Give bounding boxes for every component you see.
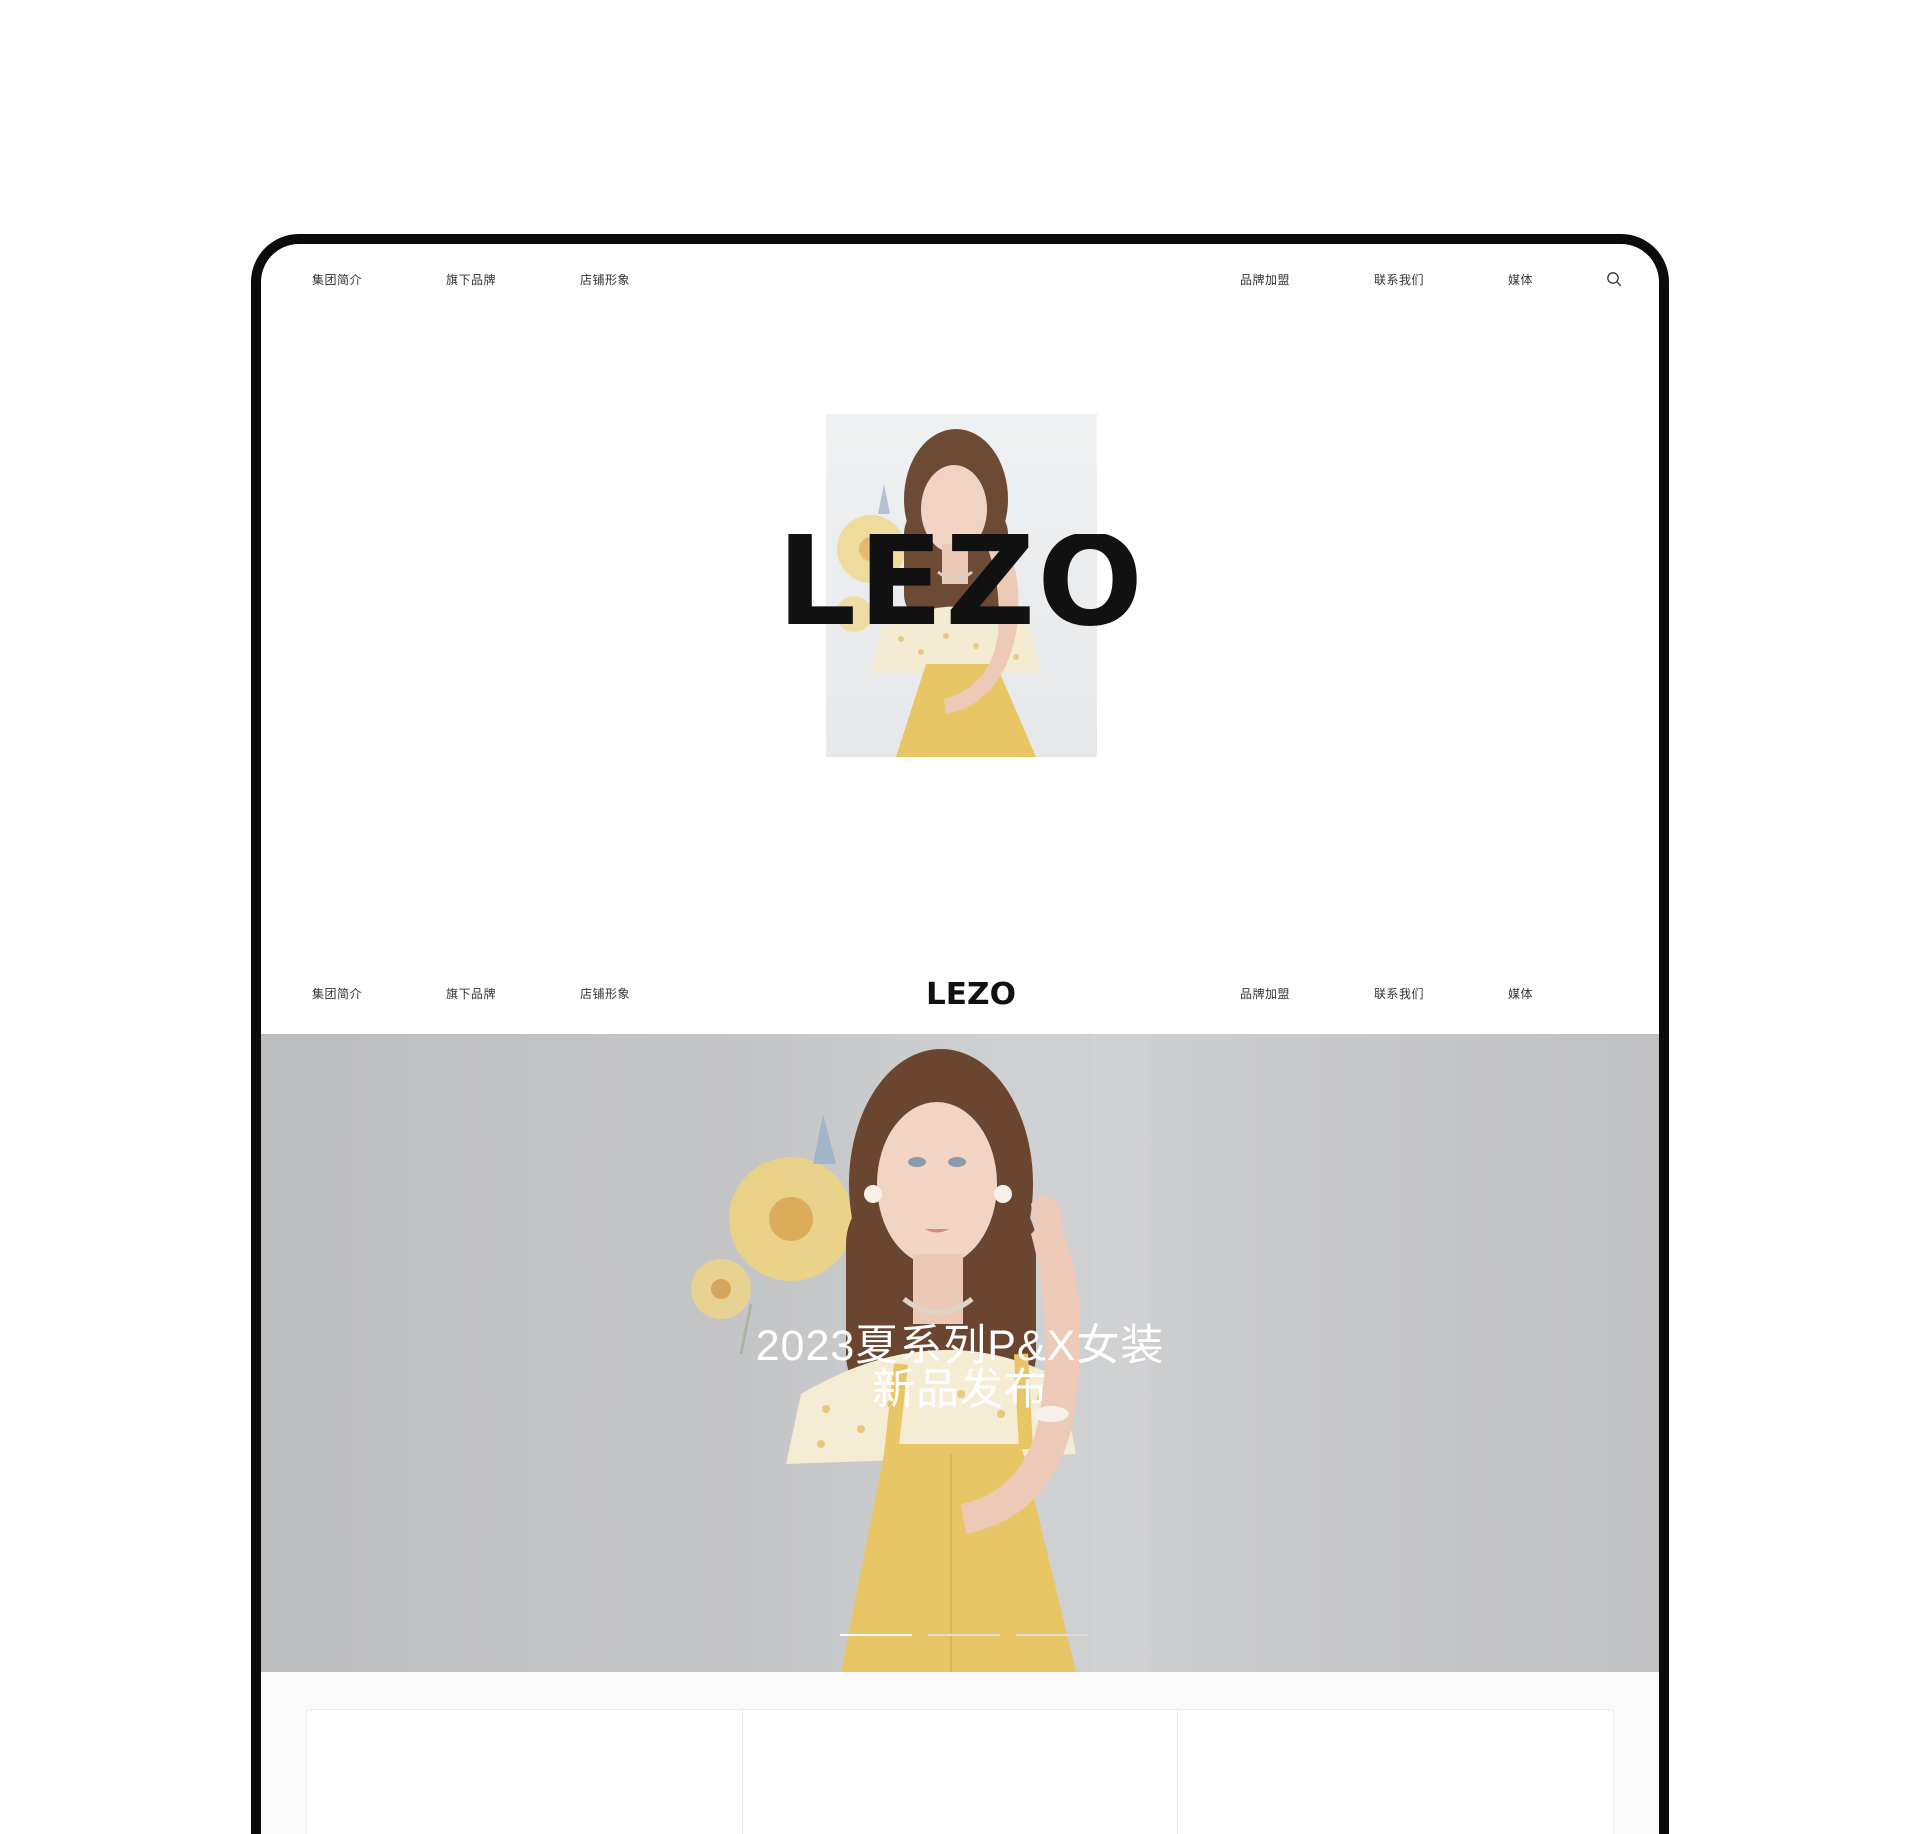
hero-title-line1: 2023夏系列P&X女装 <box>755 1322 1165 1370</box>
intro-logo-text: LEZO <box>777 534 1145 634</box>
content-card[interactable] <box>307 1710 743 1834</box>
carousel-indicator-3[interactable] <box>1016 1634 1088 1636</box>
content-section <box>261 1672 1659 1834</box>
device-frame: 集团简介 旗下品牌 店铺形象 品牌加盟 联系我们 媒体 LEZO 集团简介 旗下… <box>251 234 1669 1834</box>
header-logo[interactable]: LEZO <box>925 977 1017 1012</box>
hero-banner[interactable]: 2023夏系列P&X女装 新品发布 <box>261 1034 1659 1672</box>
nav2-item-franchise[interactable]: 品牌加盟 <box>1240 985 1290 1002</box>
content-card[interactable] <box>1178 1710 1613 1834</box>
header-logo-text: LEZO <box>926 981 1016 1007</box>
carousel-indicator-2[interactable] <box>928 1634 1000 1636</box>
intro-brand-logo: LEZO <box>776 510 1146 654</box>
hero-title: 2023夏系列P&X女装 新品发布 <box>261 1324 1659 1412</box>
nav2-item-media[interactable]: 媒体 <box>1508 985 1533 1002</box>
nav2-item-group-intro[interactable]: 集团简介 <box>312 985 362 1002</box>
hero-title-line2: 新品发布 <box>872 1366 1048 1414</box>
secondary-nav: 集团简介 旗下品牌 店铺形象 品牌加盟 联系我们 媒体 <box>261 244 1659 1001</box>
content-card-row <box>306 1709 1614 1834</box>
carousel-indicators <box>840 1634 1088 1636</box>
nav2-item-contact[interactable]: 联系我们 <box>1374 985 1424 1002</box>
nav2-item-brands[interactable]: 旗下品牌 <box>446 985 496 1002</box>
content-card[interactable] <box>743 1710 1179 1834</box>
nav2-item-store-image[interactable]: 店铺形象 <box>580 985 630 1002</box>
carousel-indicator-1[interactable] <box>840 1634 912 1636</box>
